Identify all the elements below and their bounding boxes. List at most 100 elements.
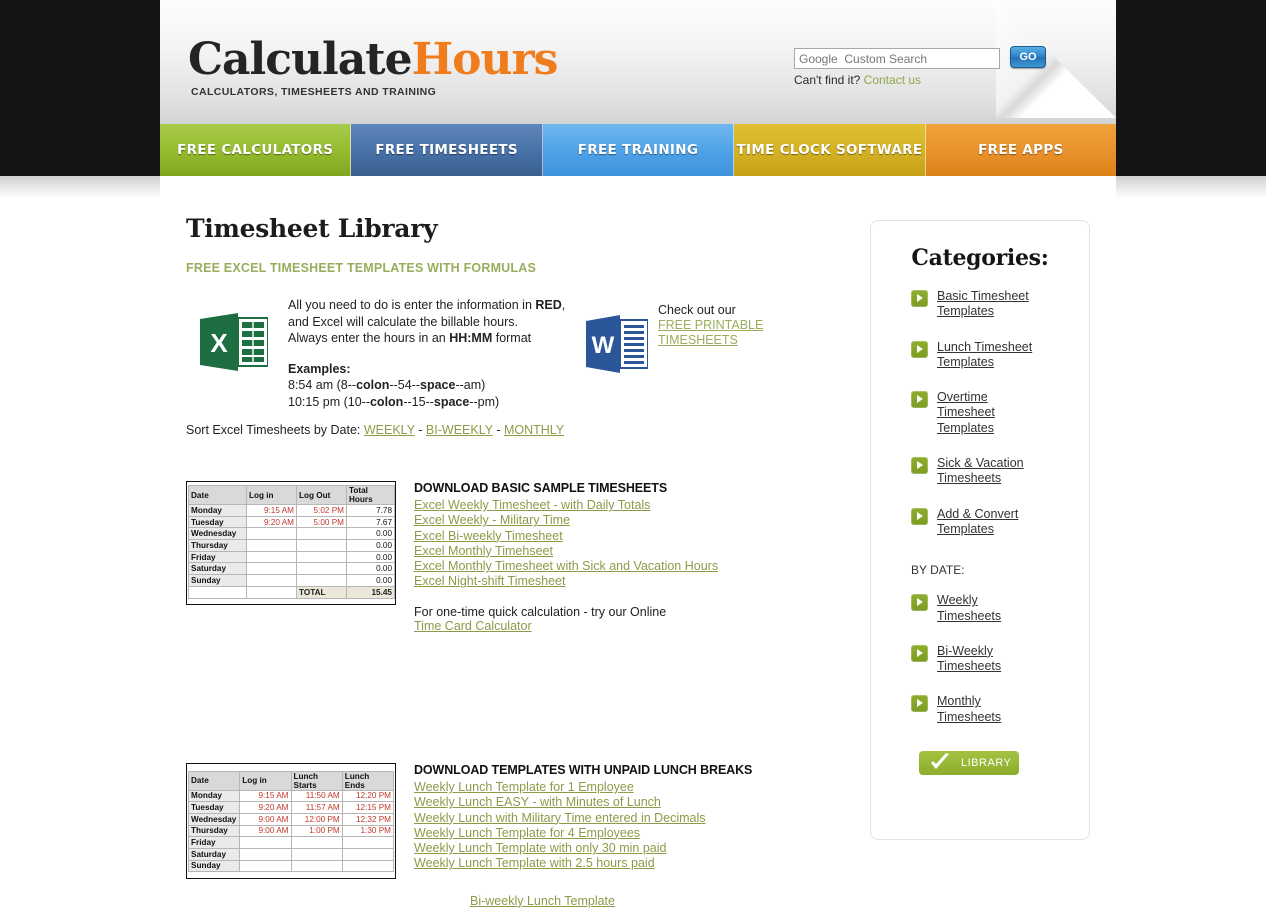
arrow-right-icon	[911, 340, 928, 358]
link-weekly-lunch-military-decimals[interactable]: Weekly Lunch with Military Time entered …	[414, 811, 884, 826]
cell-in: 9:20 AM	[246, 515, 297, 529]
nav-item-free-calculators[interactable]: FREE CALCULATORS	[160, 124, 352, 176]
intro-text: All you need to do is enter the informat…	[288, 297, 588, 410]
library-button-label: LIBRARY	[961, 757, 1012, 770]
link-excel-night-shift[interactable]: Excel Night-shift Timesheet	[414, 574, 884, 589]
arrow-right-icon	[911, 594, 928, 612]
table-total-row: TOTAL 15.45	[188, 585, 395, 599]
checkmark-icon	[931, 753, 949, 770]
cell-day: Tuesday	[188, 515, 247, 529]
logo-text-primary: Calculate	[188, 34, 413, 85]
link-excel-weekly-military[interactable]: Excel Weekly - Military Time	[414, 513, 884, 528]
cell-in	[246, 527, 297, 541]
cell-lunch-end	[341, 836, 395, 849]
free-printable-timesheets-link-line2[interactable]: TIMESHEETS	[658, 333, 738, 347]
table-row: Monday 9:15 AM 5:02 PM 7.78	[188, 504, 395, 517]
nav-item-time-clock-software[interactable]: TIME CLOCK SOFTWARE	[734, 124, 926, 176]
link-excel-biweekly[interactable]: Excel Bi-weekly Timesheet	[414, 529, 884, 544]
cell-total: 7.67	[346, 515, 395, 529]
cell-out: 5:02 PM	[296, 504, 347, 517]
cell-in	[246, 550, 297, 564]
link-weekly-lunch-1-employee[interactable]: Weekly Lunch Template for 1 Employee	[414, 780, 884, 795]
contact-us-link[interactable]: Contact us	[864, 73, 921, 87]
cell-in: 9:15 AM	[246, 504, 297, 517]
cell-lunch-start	[290, 836, 343, 849]
link-weekly-lunch-2-5-hours-paid[interactable]: Weekly Lunch Template with 2.5 hours pai…	[414, 856, 884, 871]
arrow-right-icon	[911, 507, 928, 525]
contact-prompt-text: Can't find it?	[794, 73, 864, 87]
nav-item-free-apps[interactable]: FREE APPS	[925, 124, 1117, 176]
nav-item-free-timesheets[interactable]: FREE TIMESHEETS	[351, 124, 543, 176]
link-biweekly-lunch-template[interactable]: Bi-weekly Lunch Template	[470, 894, 884, 909]
cell-day: Thursday	[187, 824, 241, 838]
link-time-card-calculator[interactable]: Time Card Calculator	[414, 619, 884, 634]
sort-label: Sort Excel Timesheets by Date:	[186, 423, 364, 437]
sidebar-item-add-convert-templates[interactable]: Add & Convert Templates	[871, 507, 1089, 538]
site-header: CalculateHours CALCULATORS, TIMESHEETS A…	[160, 0, 1116, 124]
cell-lunch-start: 11:57 AM	[290, 801, 343, 814]
table-header-row: Date Log in Log Out Total Hours	[188, 485, 395, 505]
cell-day: Monday	[188, 504, 247, 517]
sidebar-item-weekly-timesheets[interactable]: Weekly Timesheets	[871, 593, 1089, 624]
sidebar-link-label[interactable]: Lunch Timesheet Templates	[937, 340, 1057, 371]
table-row: Sunday 0.00	[188, 574, 395, 587]
example1-space: space	[420, 378, 456, 392]
cell-in: 9:00 AM	[239, 812, 292, 826]
sidebar-link-label[interactable]: Overtime Timesheet Templates	[937, 390, 1009, 436]
th-date: Date	[188, 485, 247, 505]
sidebar-item-overtime-timesheet-templates[interactable]: Overtime Timesheet Templates	[871, 390, 1089, 436]
sidebar-item-sick-vacation-timesheets[interactable]: Sick & Vacation Timesheets	[871, 456, 1089, 487]
link-excel-monthly-sick-vacation[interactable]: Excel Monthly Timesheet with Sick and Va…	[414, 559, 884, 574]
example-1: 8:54 am (8--colon--54--space--am)	[288, 377, 588, 394]
search-input[interactable]	[794, 48, 1000, 69]
library-button[interactable]: LIBRARY	[919, 751, 1019, 776]
intro-block: X All you need to do is enter the inform…	[186, 297, 886, 417]
example2-e: --pm)	[469, 394, 500, 409]
link-weekly-lunch-30-min-paid[interactable]: Weekly Lunch Template with only 30 min p…	[414, 841, 884, 856]
sidebar-link-label[interactable]: Basic Timesheet Templates	[937, 289, 1057, 320]
sidebar-link-label[interactable]: Weekly Timesheets	[937, 593, 1009, 624]
sidebar-link-label[interactable]: Bi-Weekly Timesheets	[937, 644, 1009, 675]
site-tagline: CALCULATORS, TIMESHEETS AND TRAINING	[191, 86, 437, 98]
cell-day: Monday	[187, 789, 241, 803]
nav-item-free-training[interactable]: FREE TRAINING	[542, 124, 735, 176]
free-printable-timesheets-link-line1[interactable]: FREE PRINTABLE	[658, 318, 763, 332]
page-content: Timesheet Library FREE EXCEL TIMESHEET T…	[160, 176, 1116, 908]
page-title: Timesheet Library	[186, 214, 438, 243]
example1-c: --54--	[389, 378, 420, 392]
cell-day: Saturday	[187, 847, 241, 861]
sidebar-item-lunch-timesheet-templates[interactable]: Lunch Timesheet Templates	[871, 340, 1089, 371]
cell-in	[239, 859, 292, 873]
sort-link-monthly[interactable]: MONTHLY	[504, 423, 564, 437]
link-weekly-lunch-4-employees[interactable]: Weekly Lunch Template for 4 Employees	[414, 826, 884, 841]
link-weekly-lunch-easy[interactable]: Weekly Lunch EASY - with Minutes of Lunc…	[414, 795, 884, 810]
sidebar-item-biweekly-timesheets[interactable]: Bi-Weekly Timesheets	[871, 644, 1089, 675]
cell-spacer	[188, 871, 394, 876]
sidebar-link-label[interactable]: Sick & Vacation Timesheets	[937, 456, 1057, 487]
cell-in	[246, 562, 297, 576]
sort-link-biweekly[interactable]: BI-WEEKLY	[426, 423, 493, 437]
intro-line3-c: format	[492, 331, 532, 345]
frame-right	[1116, 0, 1266, 176]
example1-a: 8:54 am (8--	[288, 378, 357, 392]
sort-link-weekly[interactable]: WEEKLY	[364, 423, 415, 437]
check-out-label: Check out our	[658, 303, 736, 317]
link-excel-monthly[interactable]: Excel Monthly Timehseet	[414, 544, 884, 559]
frame-left	[0, 0, 160, 176]
sidebar-link-label[interactable]: Add & Convert Templates	[937, 507, 1057, 538]
word-icon: W	[586, 315, 648, 373]
sidebar-link-label[interactable]: Monthly Timesheets	[937, 694, 1009, 725]
table-row: Tuesday 9:20 AM 5:00 PM 7.67	[188, 515, 395, 529]
cell-lunch-end: 12:32 PM	[341, 812, 395, 826]
search-go-button[interactable]: GO	[1010, 46, 1046, 68]
table-row: Saturday	[187, 847, 395, 861]
th-total-hours: Total Hours	[346, 485, 395, 505]
cell-total: 0.00	[346, 527, 395, 541]
sidebar-item-basic-timesheet-templates[interactable]: Basic Timesheet Templates	[871, 289, 1089, 320]
site-logo[interactable]: CalculateHours CALCULATORS, TIMESHEETS A…	[188, 38, 558, 99]
basic-timesheet-preview-table: Date Log in Log Out Total Hours Monday 9…	[186, 481, 396, 605]
time-card-calculator-line: For one-time quick calculation - try our…	[414, 605, 884, 634]
example2-a: 10:15 pm (10--	[288, 394, 370, 409]
sidebar-item-monthly-timesheets[interactable]: Monthly Timesheets	[871, 694, 1089, 725]
link-excel-weekly-daily-totals[interactable]: Excel Weekly Timesheet - with Daily Tota…	[414, 498, 884, 513]
